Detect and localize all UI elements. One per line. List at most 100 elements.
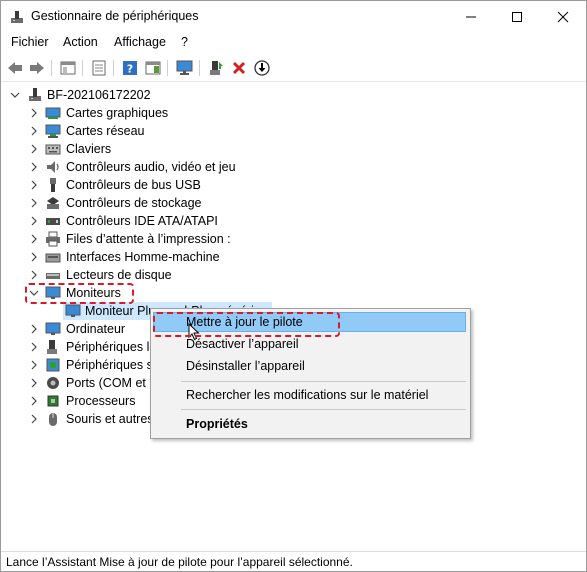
menu-help[interactable]: ? [181,35,188,49]
tree-item-lecteurs-disque[interactable]: Lecteurs de disque [1,266,301,284]
help-icon: ? [123,61,137,76]
title-bar[interactable]: Gestionnaire de périphériques [1,1,586,32]
status-text: Lance l’Assistant Mise à jour de pilote … [6,555,353,569]
tree-item-label: Cartes réseau [66,124,145,138]
maximize-button[interactable] [494,1,540,32]
action-pane-icon [145,61,161,75]
device-manager-icon [11,11,23,23]
tree-item-controleurs-usb[interactable]: Contrôleurs de bus USB [1,176,301,194]
chevron-right-icon[interactable] [29,396,39,406]
uninstall-device-toolbar-button[interactable] [230,59,248,77]
chevron-right-icon[interactable] [29,126,39,136]
scan-hardware-menu-item[interactable]: Rechercher les modifications sur le maté… [153,385,466,405]
tree-item-controleurs-ide[interactable]: Contrôleurs IDE ATA/ATAPI [1,212,301,230]
chevron-right-icon[interactable] [29,180,39,190]
annotation-highlight-moniteurs [25,283,134,304]
menu-affichage[interactable]: Affichage [114,35,166,49]
tree-item-label: Processeurs [66,394,136,408]
ide-controller-icon [46,218,60,225]
status-bar: Lance l’Assistant Mise à jour de pilote … [1,551,586,571]
chevron-right-icon[interactable] [29,360,39,370]
tree-item-label: Contrôleurs IDE ATA/ATAPI [66,214,218,228]
scan-hardware-button[interactable] [176,59,194,77]
update-driver-icon [210,61,223,75]
download-driver-toolbar-button[interactable] [253,59,271,77]
chevron-right-icon[interactable] [29,270,39,280]
action-pane-button[interactable] [144,59,162,77]
disk-drive-icon [46,273,60,279]
chevron-right-icon[interactable] [29,378,39,388]
chevron-right-icon[interactable] [29,144,39,154]
tree-item-controleurs-audio[interactable]: Contrôleurs audio, vidéo et jeu [1,158,301,176]
menu-item-label: Désinstaller l’appareil [186,359,305,373]
menu-action[interactable]: Action [63,35,98,49]
toolbar-separator [199,60,200,76]
chevron-right-icon[interactable] [29,342,39,352]
chevron-right-icon[interactable] [29,324,39,334]
tree-item-label: Interfaces Homme-machine [66,250,220,264]
system-device-icon [46,358,60,372]
speaker-icon [47,161,59,173]
tree-item-label: Contrôleurs audio, vidéo et jeu [66,160,236,174]
chevron-right-icon[interactable] [29,198,39,208]
chevron-right-icon[interactable] [29,162,39,172]
menu-separator [181,409,466,410]
toolbar-separator [167,60,168,76]
monitor-scan-icon [176,60,193,75]
arrow-left-icon [8,62,22,74]
usb-icon [50,178,56,192]
chevron-right-icon[interactable] [29,108,39,118]
properties-icon [92,60,106,76]
forward-button[interactable] [28,59,46,77]
properties-menu-item[interactable]: Propriétés [153,414,466,434]
tree-item-claviers[interactable]: Claviers [1,140,301,158]
chevron-right-icon[interactable] [29,252,39,262]
tree-item-cartes-reseau[interactable]: Cartes réseau [1,122,301,140]
chevron-right-icon[interactable] [29,216,39,226]
software-device-icon [47,340,57,354]
display-adapter-icon [45,107,61,119]
red-x-icon [232,61,246,75]
tree-root[interactable]: BF-20210617220​2 [1,86,301,104]
back-button[interactable] [6,59,24,77]
chevron-down-icon[interactable] [10,90,20,100]
toolbar-separator [82,60,83,76]
menu-item-label: Rechercher les modifications sur le maté… [186,388,429,402]
toolbar: ? [1,55,586,82]
tree-item-cartes-graphiques[interactable]: Cartes graphiques [1,104,301,122]
tree-item-controleurs-stockage[interactable]: Contrôleurs de stockage [1,194,301,212]
uninstall-device-menu-item[interactable]: Désinstaller l’appareil [153,356,466,376]
minimize-icon [466,16,476,17]
tree-item-files-impression[interactable]: Files d’attente à l’impression : [1,230,301,248]
toolbar-separator [51,60,52,76]
processor-icon [47,395,59,407]
hid-icon [45,253,61,263]
tree-item-label: Lecteurs de disque [66,268,172,282]
menu-bar: Fichier Action Affichage ? [1,33,586,53]
annotation-highlight-update-driver [153,312,340,337]
update-driver-toolbar-button[interactable] [207,59,225,77]
mouse-icon [49,413,57,426]
menu-item-label: Propriétés [186,417,248,431]
tree-item-label: Cartes graphiques [66,106,169,120]
minimize-button[interactable] [448,1,494,32]
window-title: Gestionnaire de périphériques [31,9,199,23]
tree-root-label: BF-20210617220​2 [47,88,151,102]
menu-fichier[interactable]: Fichier [11,35,49,49]
arrow-right-icon [30,62,44,74]
show-hide-console-tree-button[interactable] [59,59,77,77]
properties-button[interactable] [90,59,108,77]
close-button[interactable] [540,1,586,32]
maximize-icon [512,11,522,22]
device-manager-window: Gestionnaire de périphériques Fichier Ac… [0,0,587,572]
computer-monitor-icon [45,322,61,335]
chevron-right-icon[interactable] [29,234,39,244]
tree-item-interfaces-hm[interactable]: Interfaces Homme-machine [1,248,301,266]
menu-separator [181,381,466,382]
chevron-right-icon[interactable] [29,414,39,424]
network-adapter-icon [45,124,61,138]
tree-item-label: Claviers [66,142,112,156]
printer-icon [46,231,60,247]
help-button[interactable]: ? [121,59,139,77]
computer-icon [29,88,41,101]
